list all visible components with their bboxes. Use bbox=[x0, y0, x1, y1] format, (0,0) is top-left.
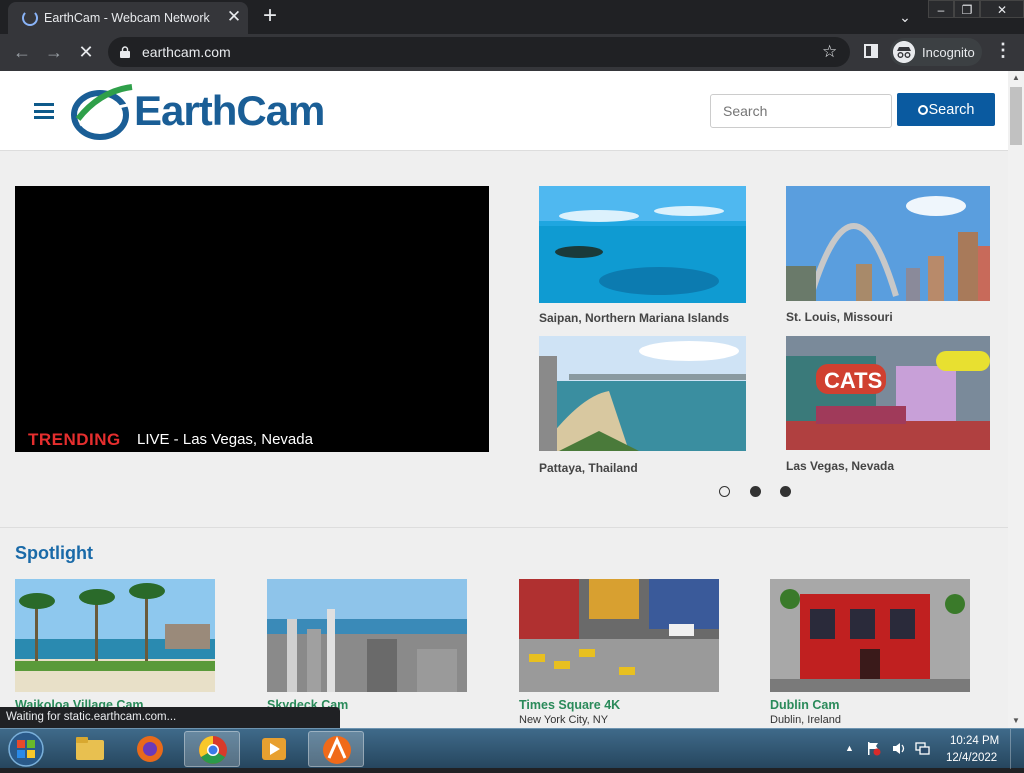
las-vegas-thumbnail: CATS bbox=[786, 336, 990, 450]
window-controls: – ❐ ✕ bbox=[928, 0, 1024, 18]
firefox-icon bbox=[137, 736, 163, 762]
carousel-dot-3[interactable] bbox=[780, 486, 791, 497]
taskbar-avast[interactable] bbox=[308, 731, 364, 767]
taskbar-file-explorer[interactable] bbox=[62, 731, 118, 767]
avast-icon bbox=[323, 736, 351, 764]
taskbar-media-player[interactable] bbox=[246, 731, 302, 767]
tab-search-chevron-icon[interactable]: ⌄ bbox=[894, 6, 916, 28]
featured-label: St. Louis, Missouri bbox=[786, 310, 893, 324]
lock-icon bbox=[120, 46, 130, 58]
waikoloa-thumbnail bbox=[15, 579, 215, 692]
carousel-dot-1[interactable] bbox=[719, 486, 730, 497]
trending-title[interactable]: LIVE - Las Vegas, Nevada bbox=[137, 431, 313, 448]
browser-status-bubble: Waiting for static.earthcam.com... bbox=[0, 707, 340, 728]
tray-expand-icon[interactable]: ▲ bbox=[845, 743, 854, 753]
times-square-thumbnail bbox=[519, 579, 719, 692]
dublin-thumbnail bbox=[770, 579, 970, 692]
url-text: earthcam.com bbox=[142, 44, 231, 60]
earthcam-globe-icon bbox=[71, 84, 133, 140]
spotlight-card-skydeck[interactable]: Skydeck Cam bbox=[267, 579, 467, 712]
spotlight-card-times-square[interactable]: Times Square 4K New York City, NY bbox=[519, 579, 719, 726]
bookmark-star-icon[interactable]: ☆ bbox=[822, 42, 837, 62]
pattaya-thumbnail bbox=[539, 336, 746, 451]
spotlight-card-dublin[interactable]: Dublin Cam Dublin, Ireland bbox=[770, 579, 970, 726]
page-scrollbar[interactable]: ▲ ▼ bbox=[1008, 71, 1024, 728]
stop-loading-icon[interactable]: ✕ bbox=[74, 40, 98, 64]
featured-label: Las Vegas, Nevada bbox=[786, 459, 895, 473]
browser-tab[interactable]: EarthCam - Webcam Network ✕ bbox=[8, 2, 248, 34]
minimize-window-icon[interactable]: – bbox=[928, 0, 954, 18]
taskbar-firefox[interactable] bbox=[122, 731, 178, 767]
search-button[interactable]: Search bbox=[897, 93, 995, 126]
new-tab-icon[interactable]: + bbox=[258, 4, 282, 28]
network-icon[interactable] bbox=[915, 741, 930, 756]
site-header: EarthCam Search bbox=[0, 71, 1008, 151]
scroll-down-icon[interactable]: ▼ bbox=[1011, 716, 1021, 726]
scroll-up-icon[interactable]: ▲ bbox=[1011, 73, 1021, 83]
spotlight-card-location: Dublin, Ireland bbox=[770, 714, 841, 726]
featured-label: Saipan, Northern Mariana Islands bbox=[539, 311, 730, 325]
hamburger-menu-icon[interactable] bbox=[34, 103, 54, 119]
skydeck-thumbnail bbox=[267, 579, 467, 692]
web-page: EarthCam Search TRENDING LIVE - Las Vega… bbox=[0, 71, 1008, 728]
earthcam-logo[interactable]: EarthCam bbox=[70, 81, 380, 141]
search-input[interactable] bbox=[710, 94, 892, 128]
tab-title: EarthCam - Webcam Network bbox=[44, 11, 210, 25]
spotlight-card-name[interactable]: Times Square 4K bbox=[519, 698, 620, 712]
incognito-indicator[interactable]: Incognito bbox=[890, 38, 982, 66]
browser-toolbar: ← → ✕ earthcam.com ☆ Incognito ⋮ bbox=[0, 34, 1024, 71]
browser-menu-icon[interactable]: ⋮ bbox=[994, 40, 1012, 61]
featured-label: Pattaya, Thailand bbox=[539, 461, 638, 475]
browser-tab-bar: EarthCam - Webcam Network ✕ + ⌄ – ❐ ✕ bbox=[0, 0, 1024, 34]
video-player[interactable]: TRENDING LIVE - Las Vegas, Nevada bbox=[15, 186, 489, 452]
back-icon[interactable]: ← bbox=[10, 40, 34, 64]
incognito-icon bbox=[893, 41, 915, 63]
svg-text:CATS: CATS bbox=[824, 368, 882, 393]
folder-icon bbox=[76, 737, 104, 760]
side-panel-icon[interactable] bbox=[864, 44, 878, 58]
incognito-label: Incognito bbox=[922, 45, 975, 60]
search-button-label: Search bbox=[928, 101, 975, 118]
restore-window-icon[interactable]: ❐ bbox=[954, 0, 980, 18]
show-desktop-button[interactable] bbox=[1010, 729, 1024, 769]
close-tab-icon[interactable]: ✕ bbox=[224, 7, 244, 27]
windows-taskbar: ▲ 10:24 PM 12/4/2022 bbox=[0, 728, 1024, 769]
scroll-thumb[interactable] bbox=[1010, 87, 1022, 145]
carousel-dot-2[interactable] bbox=[750, 486, 761, 497]
spotlight-heading: Spotlight bbox=[15, 543, 93, 563]
volume-icon[interactable] bbox=[891, 741, 906, 756]
address-bar[interactable]: earthcam.com ☆ bbox=[108, 37, 850, 67]
clock-date[interactable]: 12/4/2022 bbox=[946, 752, 997, 764]
spotlight-card-name[interactable]: Dublin Cam bbox=[770, 698, 839, 712]
logo-text: EarthCam bbox=[134, 87, 325, 134]
spotlight-card-location: New York City, NY bbox=[519, 714, 609, 726]
trending-label: TRENDING bbox=[28, 430, 121, 449]
saipan-thumbnail bbox=[539, 186, 746, 303]
loading-spinner-icon bbox=[22, 10, 38, 26]
clock-time[interactable]: 10:24 PM bbox=[950, 735, 999, 747]
action-center-flag-icon[interactable] bbox=[866, 741, 881, 756]
close-window-icon[interactable]: ✕ bbox=[980, 0, 1024, 18]
windows-start-icon[interactable] bbox=[6, 730, 46, 768]
st-louis-thumbnail bbox=[786, 186, 990, 301]
media-player-icon bbox=[262, 738, 286, 760]
section-divider bbox=[0, 527, 1008, 528]
status-text: Waiting for static.earthcam.com... bbox=[6, 711, 177, 723]
forward-icon[interactable]: → bbox=[42, 40, 66, 64]
taskbar-chrome[interactable] bbox=[184, 731, 240, 767]
chrome-icon bbox=[199, 736, 227, 764]
search-icon bbox=[917, 104, 928, 115]
spotlight-card-waikoloa[interactable]: Waikoloa Village Cam bbox=[15, 579, 215, 712]
